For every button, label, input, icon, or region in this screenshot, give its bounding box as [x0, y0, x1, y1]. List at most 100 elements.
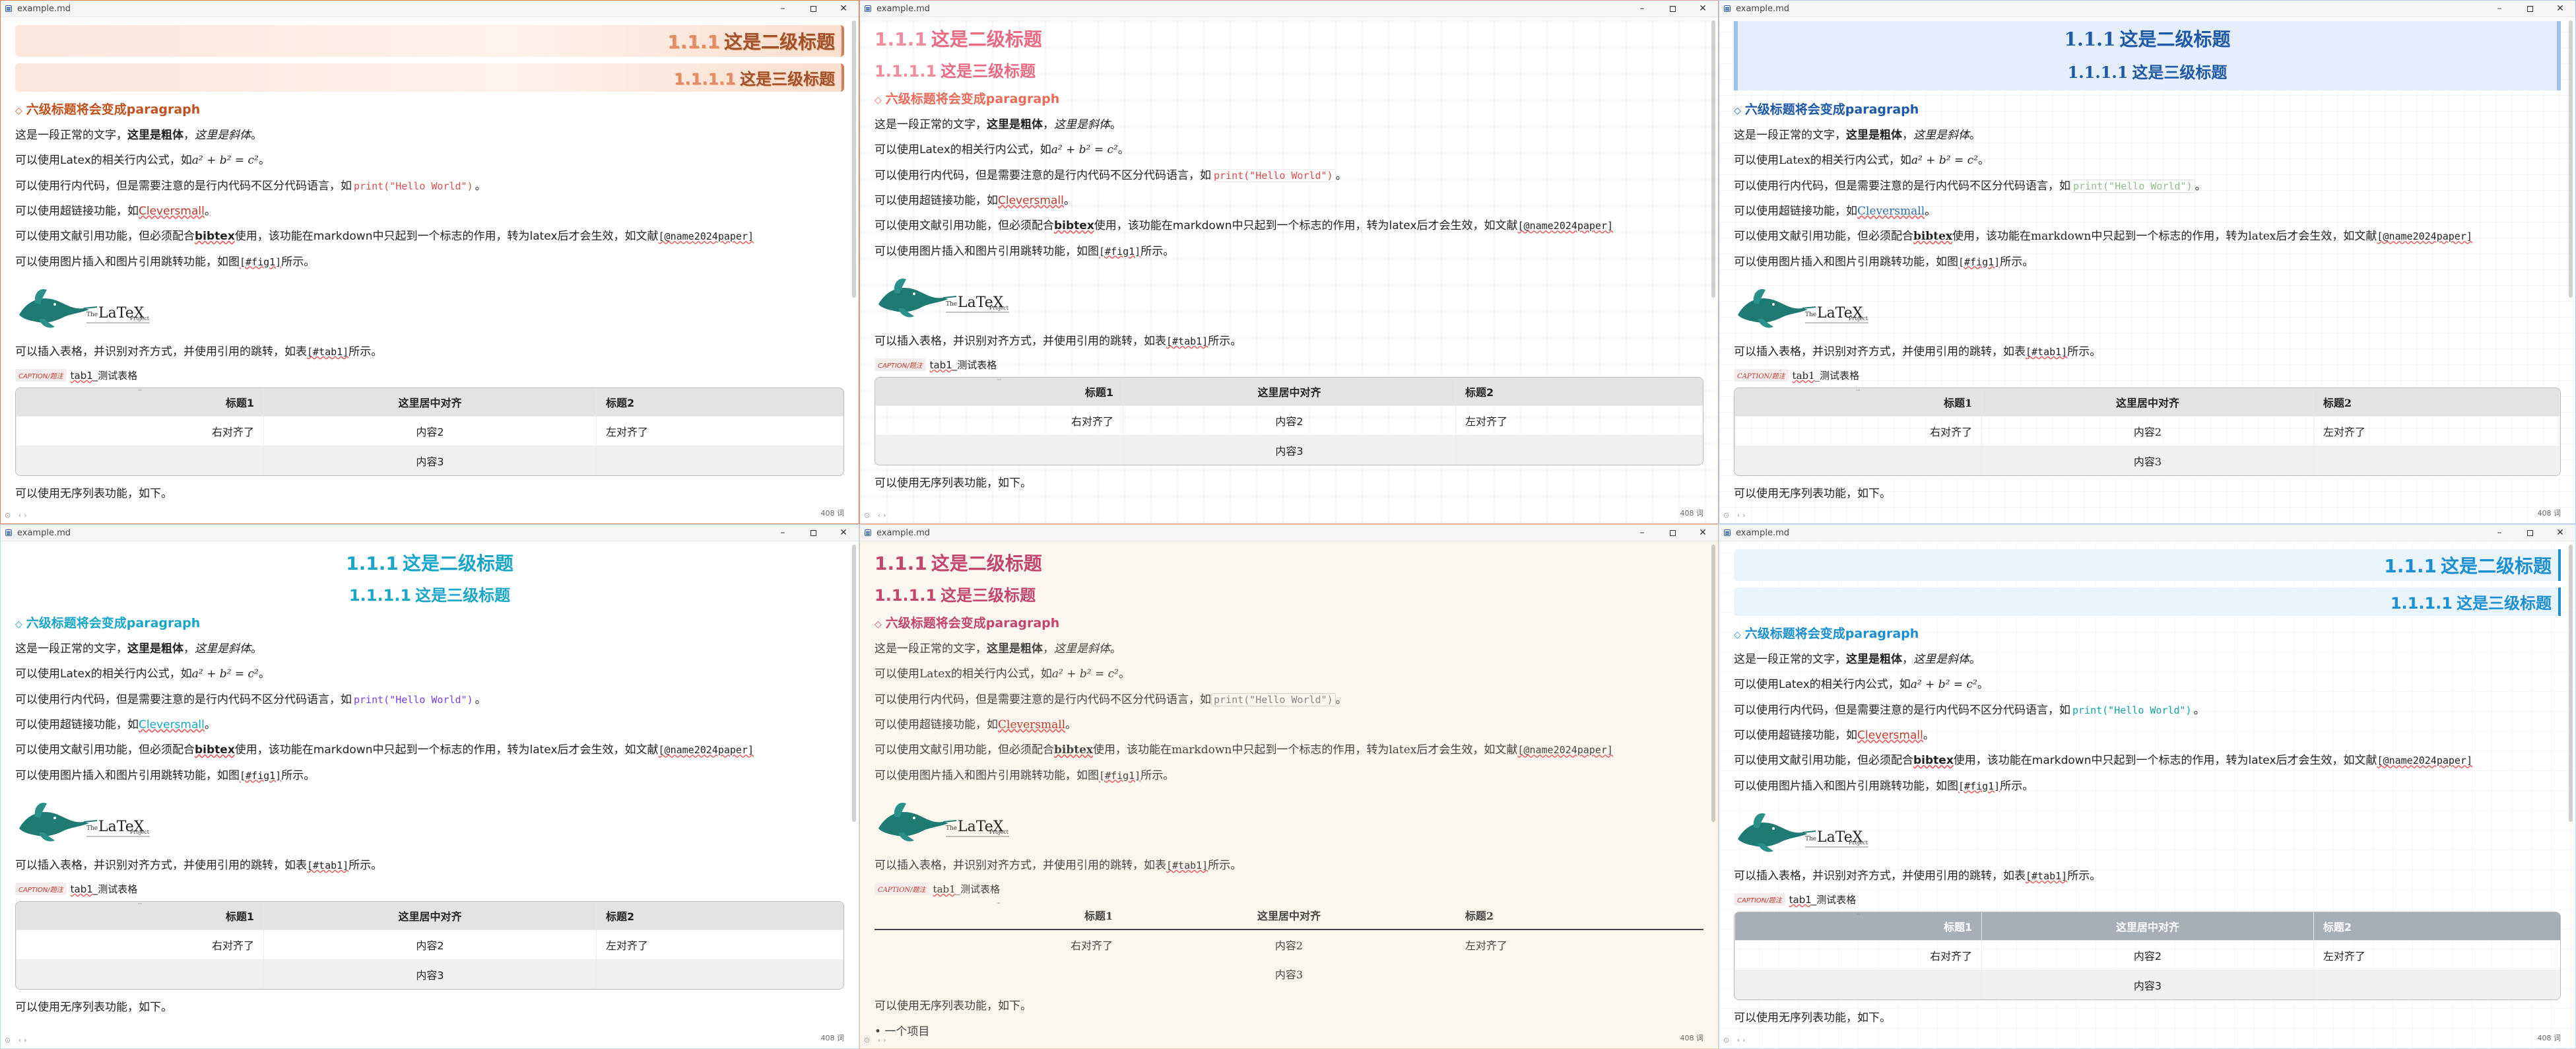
- close-button[interactable]: ✕: [2545, 525, 2575, 541]
- maximize-button[interactable]: [1657, 525, 1688, 541]
- minimize-button[interactable]: –: [1627, 1, 1657, 17]
- table-drag-handle[interactable]: ⋯: [138, 902, 142, 906]
- table-drag-handle[interactable]: ⋯: [997, 378, 1001, 382]
- citation-ref[interactable]: [@name2024paper]: [659, 744, 754, 756]
- table-cell[interactable]: 左对齐了: [1455, 405, 1703, 436]
- table-ref[interactable]: [#tab1]: [307, 860, 348, 871]
- table-header-cell[interactable]: ⋯ 标题1: [875, 901, 1123, 931]
- status-icons[interactable]: ⊙ ‹›: [864, 1036, 889, 1044]
- maximize-button[interactable]: [1657, 1, 1688, 17]
- table-ref[interactable]: [#tab1]: [2026, 870, 2067, 882]
- citation-ref[interactable]: [@name2024paper]: [2377, 755, 2473, 766]
- maximize-button[interactable]: [798, 1, 828, 17]
- title-bar[interactable]: example.md – ✕: [1719, 525, 2575, 541]
- table-cell[interactable]: 右对齐了: [16, 930, 263, 960]
- status-icons[interactable]: ⊙ ‹›: [1723, 1036, 1748, 1044]
- table-drag-handle[interactable]: ⋯: [1857, 388, 1861, 393]
- table-header-cell[interactable]: ⋯ 标题1: [1734, 912, 1982, 941]
- minimize-button[interactable]: –: [2484, 1, 2515, 17]
- figure-ref[interactable]: [#fig1]: [1958, 256, 2000, 268]
- inline-math[interactable]: a² + b² = c²: [192, 154, 259, 167]
- table-cell[interactable]: 右对齐了: [875, 930, 1122, 959]
- status-icons[interactable]: ⊙ ‹›: [5, 1036, 30, 1044]
- hyperlink[interactable]: Cleversmall: [139, 205, 205, 218]
- table-cell[interactable]: 内容2: [1981, 416, 2313, 446]
- table-header-cell[interactable]: 标题2: [1455, 901, 1703, 931]
- table-header-cell[interactable]: 标题2: [595, 902, 843, 930]
- table-cell[interactable]: [1734, 446, 1982, 476]
- latex-logo-figure[interactable]: The LaTeX Project: [15, 279, 844, 335]
- table-header-cell[interactable]: 标题2: [1455, 378, 1703, 406]
- title-bar[interactable]: example.md – ✕: [1, 1, 859, 17]
- table-header-cell[interactable]: 这里居中对齐: [1981, 912, 2313, 941]
- table-header-cell[interactable]: 标题2: [595, 388, 843, 417]
- status-icons[interactable]: ⊙ ‹›: [1723, 511, 1748, 520]
- table-cell[interactable]: 内容3: [263, 446, 596, 476]
- table-cell[interactable]: [1734, 970, 1982, 1000]
- latex-logo-figure[interactable]: The LaTeX Project: [1734, 279, 2561, 335]
- vertical-scrollbar[interactable]: [1711, 545, 1715, 822]
- citation-ref[interactable]: [@name2024paper]: [2377, 230, 2472, 242]
- table-drag-handle[interactable]: ⋯: [1857, 912, 1861, 917]
- table-header-cell[interactable]: 标题2: [2313, 388, 2560, 417]
- figure-ref[interactable]: [#fig1]: [240, 256, 281, 268]
- table-header-cell[interactable]: ⋯ 标题1: [1734, 388, 1982, 417]
- citation-ref[interactable]: [@name2024paper]: [1518, 220, 1614, 232]
- table-cell[interactable]: 内容3: [1122, 959, 1456, 988]
- latex-logo-figure[interactable]: The LaTeX Project: [1734, 803, 2561, 860]
- minimize-button[interactable]: –: [768, 525, 798, 541]
- table-cell[interactable]: [875, 435, 1123, 465]
- table-cell[interactable]: 内容3: [1981, 970, 2313, 1000]
- hyperlink[interactable]: Cleversmall: [998, 718, 1065, 731]
- vertical-scrollbar[interactable]: [1711, 20, 1715, 298]
- table-header-cell[interactable]: 这里居中对齐: [263, 902, 596, 930]
- hyperlink[interactable]: Cleversmall: [998, 194, 1064, 207]
- table-drag-handle[interactable]: ⋯: [997, 901, 1001, 906]
- table-header-cell[interactable]: 这里居中对齐: [1122, 378, 1455, 406]
- data-table[interactable]: ⋯ 标题1 这里居中对齐 标题2 右对齐了 内容2 左对齐了 内容3: [1734, 388, 2561, 477]
- table-header-cell[interactable]: ⋯ 标题1: [16, 388, 263, 417]
- title-bar[interactable]: example.md – ✕: [860, 1, 1718, 17]
- table-header-cell[interactable]: 这里居中对齐: [263, 388, 596, 417]
- latex-logo-figure[interactable]: The LaTeX Project: [875, 268, 1703, 325]
- table-cell[interactable]: 内容3: [1122, 435, 1455, 465]
- latex-logo-figure[interactable]: The LaTeX Project: [875, 792, 1703, 849]
- table-cell[interactable]: [1455, 435, 1703, 465]
- vertical-scrollbar[interactable]: [2569, 545, 2573, 822]
- table-ref[interactable]: [#tab1]: [1166, 860, 1208, 871]
- table-cell[interactable]: [1456, 959, 1703, 988]
- editor-content[interactable]: 1.1.1 这是二级标题 1.1.1.1 这是三级标题 ◇ 六级标题将会变成parag…: [860, 17, 1718, 524]
- table-ref[interactable]: [#tab1]: [1166, 335, 1208, 347]
- data-table[interactable]: ⋯ 标题1 这里居中对齐 标题2 右对齐了 内容2 左对齐了 内容3: [875, 901, 1703, 988]
- table-cell[interactable]: [16, 959, 263, 990]
- editor-content[interactable]: 1.1.1 这是二级标题 1.1.1.1 这是三级标题 ◇ 六级标题将会变成parag…: [1719, 17, 2575, 524]
- title-bar[interactable]: example.md – ✕: [1, 525, 859, 541]
- table-cell[interactable]: 左对齐了: [595, 416, 843, 446]
- table-header-cell[interactable]: 这里居中对齐: [1981, 388, 2313, 417]
- data-table[interactable]: ⋯ 标题1 这里居中对齐 标题2 右对齐了 内容2 左对齐了 内容3: [875, 377, 1703, 466]
- table-header-cell[interactable]: ⋯ 标题1: [16, 902, 263, 930]
- close-button[interactable]: ✕: [828, 1, 859, 17]
- figure-ref[interactable]: [#fig1]: [1099, 246, 1140, 257]
- table-cell[interactable]: 右对齐了: [875, 405, 1123, 436]
- latex-logo-figure[interactable]: The LaTeX Project: [15, 792, 844, 849]
- table-cell[interactable]: [595, 959, 843, 990]
- title-bar[interactable]: example.md – ✕: [860, 525, 1718, 541]
- table-cell[interactable]: [2313, 970, 2560, 1000]
- vertical-scrollbar[interactable]: [852, 545, 856, 822]
- table-cell[interactable]: 左对齐了: [2313, 416, 2560, 446]
- table-cell[interactable]: 右对齐了: [16, 416, 263, 446]
- editor-content[interactable]: 1.1.1 这是二级标题 1.1.1.1 这是三级标题 ◇ 六级标题将会变成parag…: [860, 541, 1718, 1048]
- status-icons[interactable]: ⊙ ‹›: [5, 511, 30, 520]
- table-header-cell[interactable]: 这里居中对齐: [1122, 901, 1456, 931]
- hyperlink[interactable]: Cleversmall: [139, 718, 205, 731]
- table-ref[interactable]: [#tab1]: [307, 346, 348, 358]
- inline-math[interactable]: a² + b² = c²: [1051, 143, 1118, 156]
- data-table[interactable]: ⋯ 标题1 这里居中对齐 标题2 右对齐了 内容2 左对齐了 内容3: [15, 901, 844, 990]
- table-cell[interactable]: 内容3: [263, 959, 596, 990]
- table-cell[interactable]: [595, 446, 843, 476]
- vertical-scrollbar[interactable]: [2569, 20, 2573, 298]
- figure-ref[interactable]: [#fig1]: [1099, 770, 1140, 782]
- table-cell[interactable]: 右对齐了: [1734, 940, 1982, 970]
- close-button[interactable]: ✕: [1688, 1, 1718, 17]
